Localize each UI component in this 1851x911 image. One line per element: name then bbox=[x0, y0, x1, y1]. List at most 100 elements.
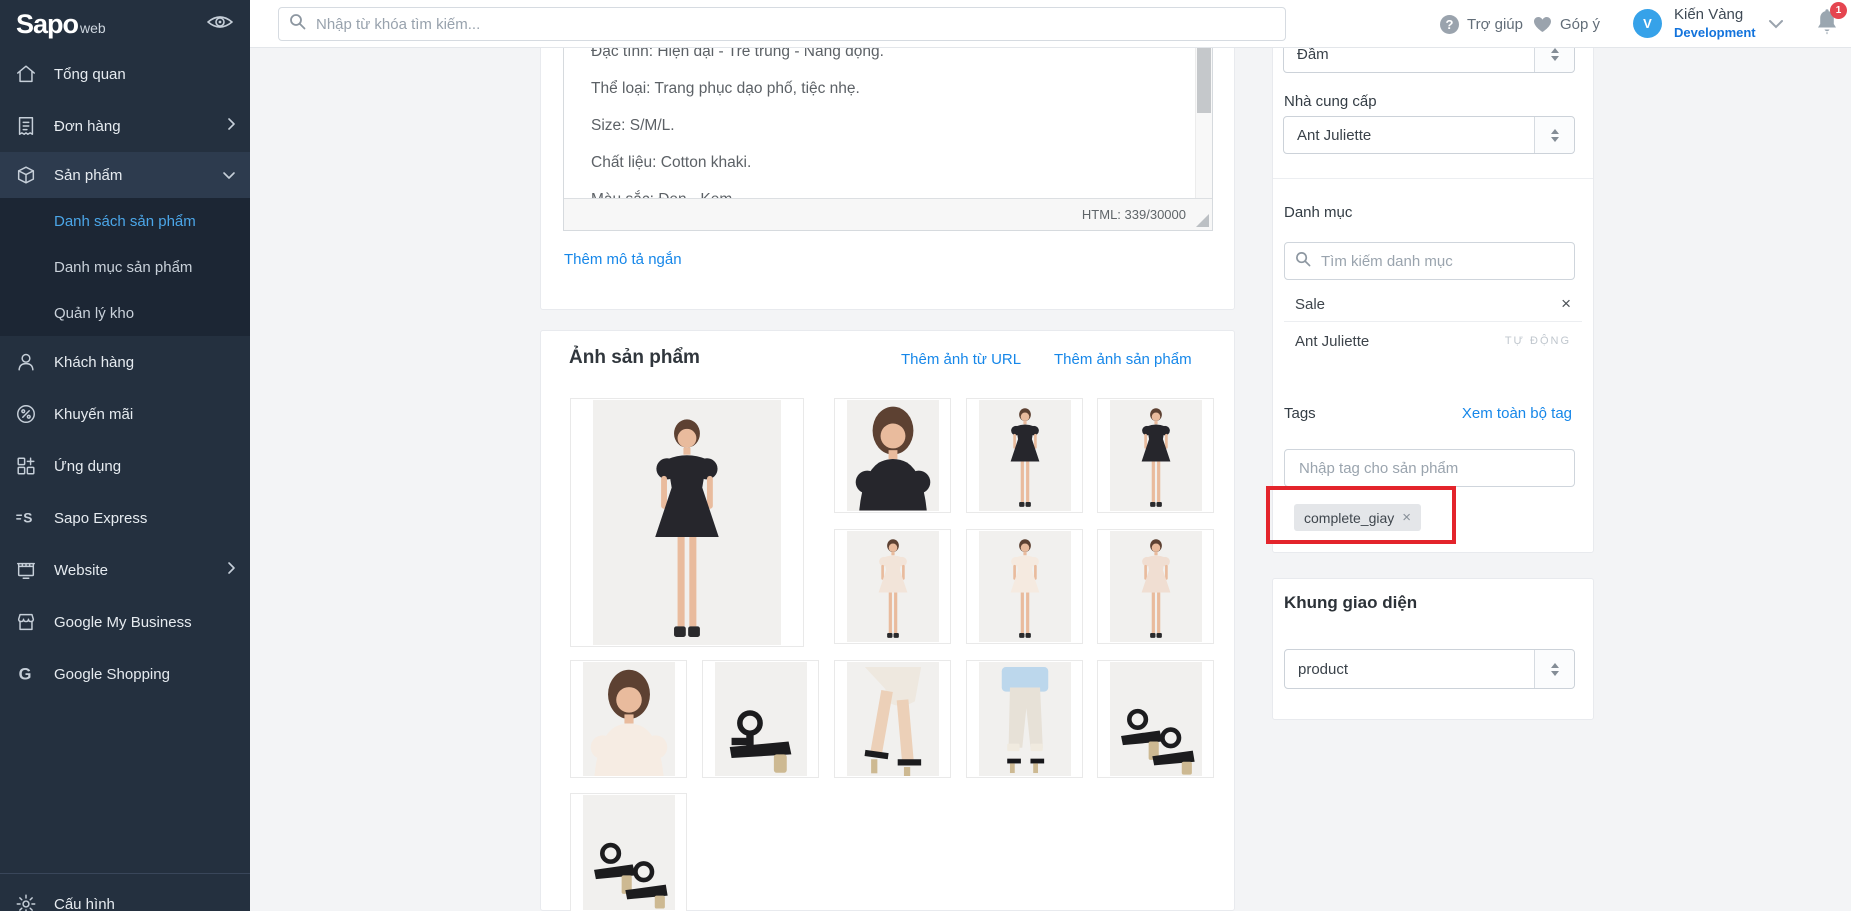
topbar: ? Trợ giúp Góp ý V Kiến Vàng Development… bbox=[250, 0, 1851, 48]
sapo-logo: Sapo bbox=[16, 8, 79, 39]
product-image-thumbnail[interactable] bbox=[834, 529, 951, 644]
tags-label: Tags bbox=[1284, 405, 1316, 422]
sidebar-item-label: Sapo Express bbox=[54, 509, 148, 527]
sidebar-item-customers[interactable]: Khách hàng bbox=[0, 336, 250, 388]
product-photo bbox=[1109, 400, 1202, 511]
tag-chip-label: complete_giay bbox=[1304, 509, 1395, 526]
svg-text:S: S bbox=[23, 511, 32, 526]
sidebar-item-inventory[interactable]: Quản lý kho bbox=[0, 290, 250, 336]
product-image-thumbnail[interactable] bbox=[1097, 660, 1214, 778]
product-image-thumbnail[interactable] bbox=[1097, 398, 1214, 513]
sidebar-item-website[interactable]: Website bbox=[0, 544, 250, 596]
sidebar-item-products[interactable]: Sản phẩm bbox=[0, 152, 250, 198]
product-image-thumbnail[interactable] bbox=[966, 398, 1083, 513]
description-text: Đặc tính: Hiện đại - Trẻ trung - Năng độ… bbox=[591, 33, 1172, 218]
notification-badge: 1 bbox=[1830, 2, 1847, 19]
resize-grip-icon[interactable] bbox=[1196, 214, 1209, 227]
theme-value: product bbox=[1298, 660, 1349, 678]
sidebar-item-settings[interactable]: Cấu hình bbox=[0, 874, 250, 911]
apps-icon bbox=[14, 454, 38, 478]
sidebar-item-label: Sản phẩm bbox=[54, 166, 123, 184]
add-image-from-url-link[interactable]: Thêm ảnh từ URL bbox=[901, 351, 1021, 368]
eye-icon[interactable] bbox=[206, 11, 234, 38]
category-search bbox=[1284, 242, 1575, 280]
add-product-image-link[interactable]: Thêm ảnh sản phẩm bbox=[1054, 351, 1192, 368]
product-photo bbox=[593, 400, 781, 645]
product-image-thumbnail[interactable] bbox=[1097, 529, 1214, 644]
tag-chip: complete_giay × bbox=[1294, 504, 1422, 531]
product-photo bbox=[582, 795, 675, 910]
html-counter: HTML: 339/30000 bbox=[1081, 207, 1186, 222]
product-image-main[interactable] bbox=[570, 398, 804, 647]
product-image-thumbnail[interactable] bbox=[702, 660, 819, 778]
sidebar-item-label: Cấu hình bbox=[54, 895, 115, 911]
product-photo bbox=[1109, 531, 1202, 642]
sidebar-item-label: Khuyến mãi bbox=[54, 405, 134, 423]
sidebar-item-google-my-business[interactable]: Google My Business bbox=[0, 596, 250, 648]
question-circle-icon: ? bbox=[1440, 14, 1459, 34]
description-line: Size: S/M/L. bbox=[591, 117, 675, 134]
help-label: Trợ giúp bbox=[1467, 15, 1523, 33]
product-photo bbox=[846, 531, 939, 642]
product-image-thumbnail[interactable] bbox=[834, 660, 951, 778]
sidebar-item-label: Ứng dụng bbox=[54, 457, 122, 475]
category-name: Ant Juliette bbox=[1295, 332, 1370, 350]
notifications-button[interactable]: 1 bbox=[1814, 2, 1848, 42]
chevron-down-icon[interactable] bbox=[1768, 19, 1784, 29]
supplier-select[interactable]: Ant Juliette bbox=[1283, 116, 1575, 154]
sidebar-item-product-categories[interactable]: Danh mục sản phẩm bbox=[0, 244, 250, 290]
add-short-description-link[interactable]: Thêm mô tả ngắn bbox=[564, 251, 682, 268]
theme-select[interactable]: product bbox=[1284, 649, 1575, 689]
category-search-input[interactable] bbox=[1319, 251, 1564, 271]
storefront-icon bbox=[14, 610, 38, 634]
remove-category-icon[interactable]: × bbox=[1561, 294, 1571, 314]
avatar[interactable]: V bbox=[1633, 9, 1662, 38]
description-editor[interactable]: Đặc tính: Hiện đại - Trẻ trung - Năng độ… bbox=[563, 21, 1213, 231]
sidebar-item-promotions[interactable]: Khuyến mãi bbox=[0, 388, 250, 440]
sidebar-item-overview[interactable]: Tổng quan bbox=[0, 48, 250, 100]
product-photo bbox=[978, 400, 1071, 511]
product-image-thumbnail[interactable] bbox=[834, 398, 951, 513]
sidebar-item-product-list[interactable]: Danh sách sản phẩm bbox=[0, 198, 250, 244]
supplier-label: Nhà cung cấp bbox=[1284, 93, 1377, 110]
chevron-down-icon bbox=[222, 167, 236, 184]
editor-statusbar: HTML: 339/30000 bbox=[564, 198, 1212, 230]
product-image-thumbnail[interactable] bbox=[570, 660, 687, 778]
sidebar-item-apps[interactable]: Ứng dụng bbox=[0, 440, 250, 492]
product-photo bbox=[1109, 662, 1202, 776]
theme-panel-title: Khung giao diện bbox=[1284, 593, 1418, 612]
tag-input[interactable] bbox=[1297, 458, 1564, 478]
sidebar-item-label: Tổng quan bbox=[54, 65, 126, 83]
search-icon bbox=[289, 13, 306, 35]
customer-icon bbox=[14, 350, 38, 374]
help-button[interactable]: ? Trợ giúp bbox=[1440, 0, 1523, 48]
category-label: Danh mục bbox=[1284, 204, 1353, 221]
feedback-button[interactable]: Góp ý bbox=[1533, 0, 1600, 48]
user-role: Development bbox=[1674, 24, 1756, 40]
user-name: Kiến Vàng bbox=[1674, 6, 1744, 23]
sidebar-item-label: Google My Business bbox=[54, 613, 192, 631]
sidebar: Sapo web Tổng quan Đơn hàng Sản phẩm Dan… bbox=[0, 0, 250, 911]
sidebar-item-label: Khách hàng bbox=[54, 353, 135, 371]
remove-tag-icon[interactable]: × bbox=[1402, 509, 1411, 526]
product-image-thumbnail[interactable] bbox=[966, 660, 1083, 778]
sidebar-item-google-shopping[interactable]: G Google Shopping bbox=[0, 648, 250, 700]
product-image-thumbnail[interactable] bbox=[966, 529, 1083, 644]
view-all-tags-link[interactable]: Xem toàn bộ tag bbox=[1462, 405, 1572, 422]
images-card-title: Ảnh sản phẩm bbox=[569, 347, 700, 368]
description-card: Đặc tính: Hiện đại - Trẻ trung - Năng độ… bbox=[540, 20, 1235, 310]
product-photo bbox=[714, 662, 807, 776]
product-photo bbox=[978, 662, 1071, 776]
promotion-icon bbox=[14, 402, 38, 426]
user-menu[interactable]: Kiến Vàng Development bbox=[1674, 6, 1756, 41]
search-input[interactable] bbox=[314, 14, 1275, 34]
sapo-express-icon: S bbox=[14, 506, 38, 530]
sidebar-footer: Cấu hình bbox=[0, 873, 250, 911]
category-item-auto: Ant Juliette TỰ ĐỘNG bbox=[1284, 324, 1582, 358]
product-image-thumbnail[interactable] bbox=[570, 793, 687, 911]
heart-icon bbox=[1533, 16, 1552, 33]
sidebar-item-sapo-express[interactable]: S Sapo Express bbox=[0, 492, 250, 544]
sidebar-item-orders[interactable]: Đơn hàng bbox=[0, 100, 250, 152]
sidebar-item-label: Đơn hàng bbox=[54, 117, 121, 135]
product-photo bbox=[846, 662, 939, 776]
